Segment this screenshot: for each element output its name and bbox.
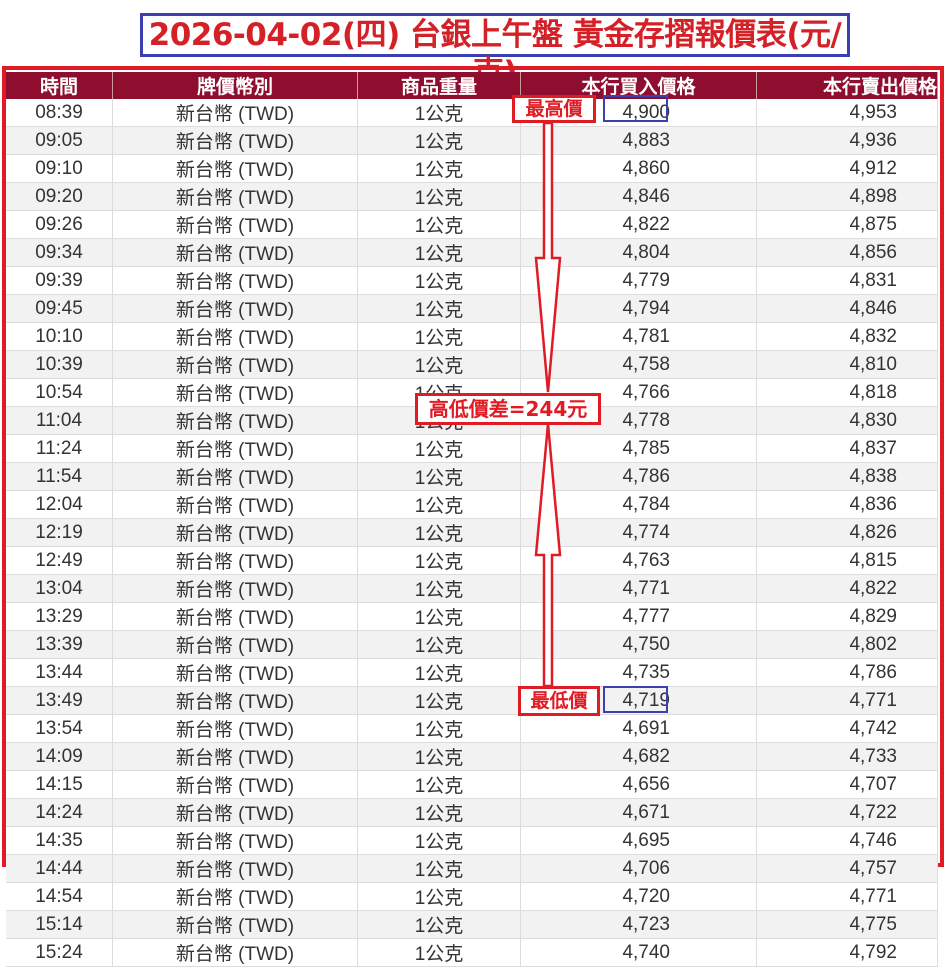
cell-currency: 新台幣 (TWD)	[112, 938, 358, 967]
high-price-label: 最高價	[512, 95, 596, 123]
cell-currency: 新台幣 (TWD)	[112, 910, 358, 939]
table-row: 14:54 新台幣 (TWD) 1公克 4,720 4,771	[6, 882, 938, 911]
cell-buy-price: 4,720	[520, 882, 757, 911]
cell-sell-price: 4,775	[756, 910, 938, 939]
cell-buy-price: 4,740	[520, 938, 757, 967]
low-price-label: 最低價	[518, 686, 600, 716]
cell-sell-price: 4,771	[756, 882, 938, 911]
high-price-highlight	[603, 95, 668, 122]
cell-currency: 新台幣 (TWD)	[112, 882, 358, 911]
cell-time: 14:54	[6, 882, 113, 911]
cell-sell-price: 4,792	[756, 938, 938, 967]
down-arrow-icon	[534, 121, 562, 393]
cell-weight: 1公克	[357, 882, 521, 911]
cell-weight: 1公克	[357, 910, 521, 939]
cell-time: 15:24	[6, 938, 113, 967]
range-arrows	[534, 121, 562, 688]
table-row: 15:14 新台幣 (TWD) 1公克 4,723 4,775	[6, 910, 938, 939]
table-row: 15:24 新台幣 (TWD) 1公克 4,740 4,792	[6, 938, 938, 967]
cell-time: 15:14	[6, 910, 113, 939]
low-price-highlight	[603, 686, 668, 713]
up-arrow-icon	[534, 423, 562, 688]
price-diff-label: 高低價差=244元	[415, 393, 601, 425]
cell-buy-price: 4,723	[520, 910, 757, 939]
cell-weight: 1公克	[357, 938, 521, 967]
